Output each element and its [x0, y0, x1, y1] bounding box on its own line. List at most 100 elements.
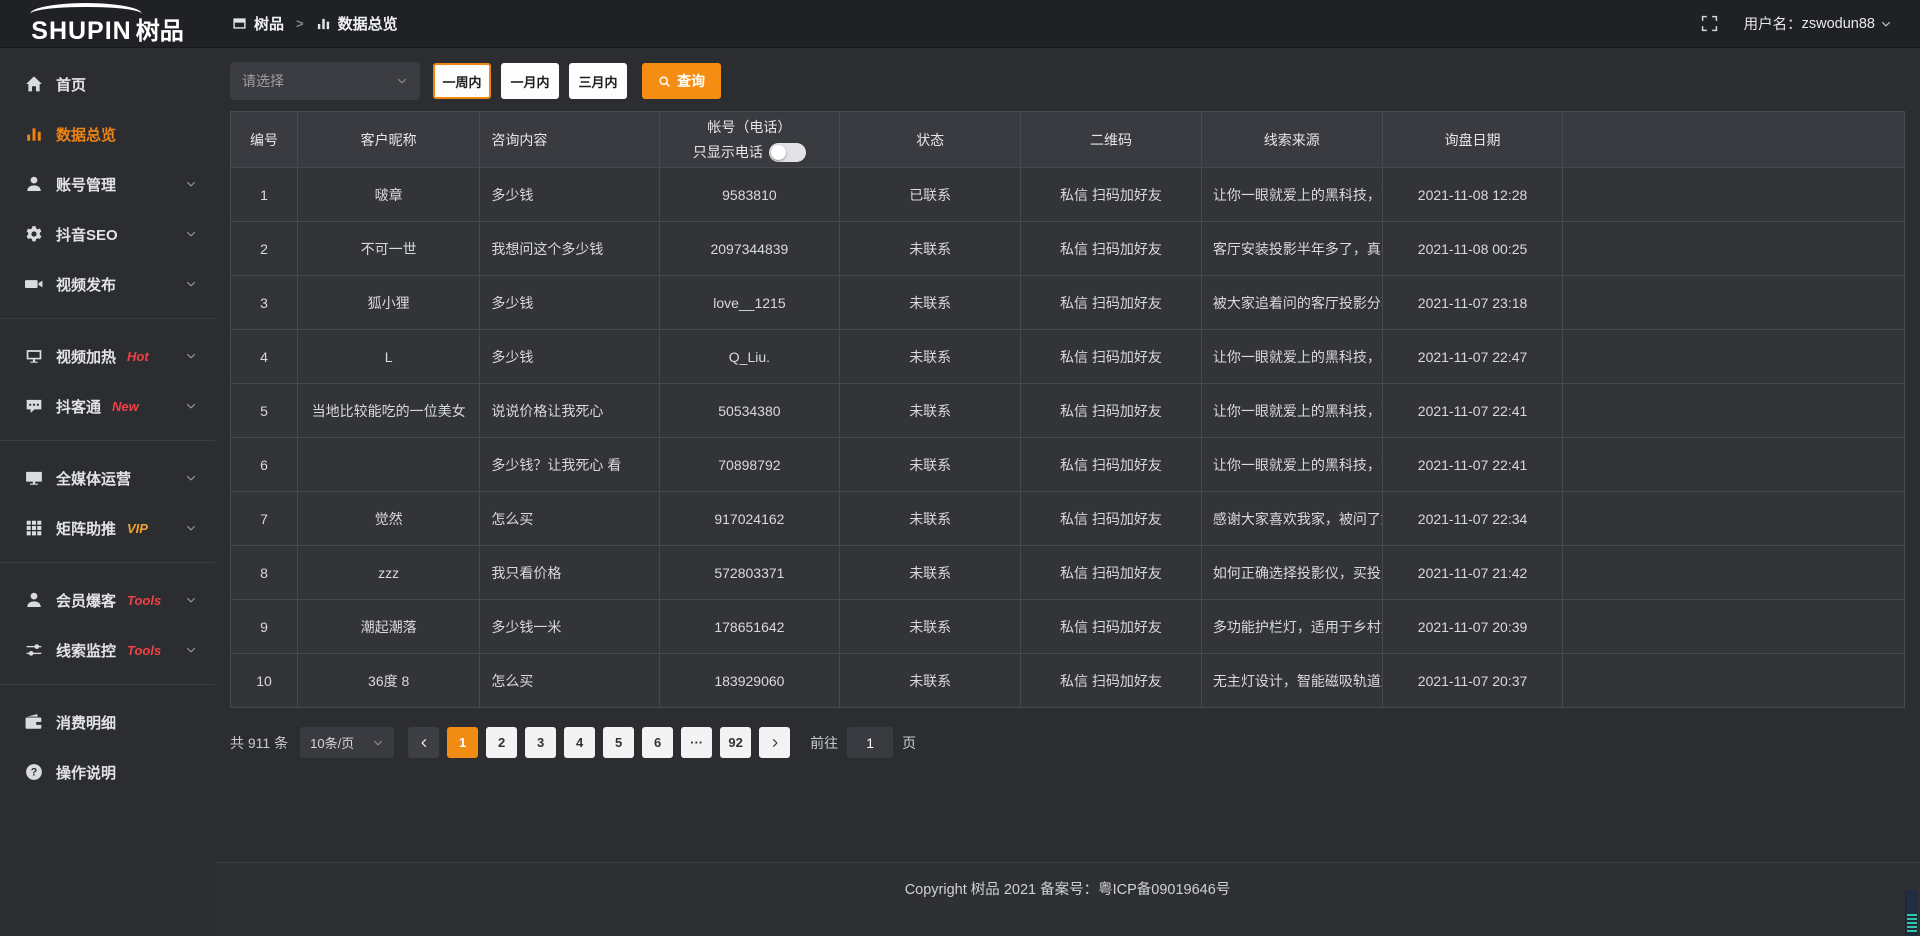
table-header-2: 咨询内容: [480, 112, 659, 168]
sidebar-item-consume-detail[interactable]: 消费明细: [0, 697, 215, 747]
cell-content: 怎么买: [480, 654, 659, 708]
sidebar-item-video-publish[interactable]: 视频发布: [0, 259, 215, 309]
cell-date: 2021-11-07 20:39: [1382, 600, 1563, 654]
cell-qr-link[interactable]: 私信 扫码加好友: [1021, 546, 1202, 600]
table-row: 8zzz我只看价格572803371未联系私信 扫码加好友如何正确选择投影仪，买…: [231, 546, 1905, 600]
cell-nickname: [297, 438, 479, 492]
sidebar-item-data-overview[interactable]: 数据总览: [0, 109, 215, 159]
sidebar-item-account-manage[interactable]: 账号管理: [0, 159, 215, 209]
chevron-down-icon: [185, 178, 197, 190]
username: zswodun88: [1802, 16, 1875, 32]
cell-qr-link[interactable]: 私信 扫码加好友: [1021, 276, 1202, 330]
cell-qr-link[interactable]: 私信 扫码加好友: [1021, 168, 1202, 222]
search-button-label: 查询: [677, 71, 705, 91]
username-label: 用户名：: [1744, 13, 1802, 34]
sidebar-item-instructions[interactable]: ?操作说明: [0, 747, 215, 797]
cell-filler: [1563, 438, 1905, 492]
chevron-down-icon: [1880, 18, 1892, 30]
cell-status: 未联系: [840, 276, 1021, 330]
chevron-down-icon: [185, 472, 197, 484]
cell-filler: [1563, 168, 1905, 222]
cell-qr-link[interactable]: 私信 扫码加好友: [1021, 654, 1202, 708]
cell-nickname: 潮起潮落: [297, 600, 479, 654]
sidebar: 首页数据总览账号管理抖音SEO视频发布视频加热Hot抖客通New 全媒体运营矩阵助…: [0, 48, 215, 936]
sidebar-item-clue-monitor[interactable]: 线索监控Tools: [0, 625, 215, 675]
cell-source-link[interactable]: 被大家追着问的客厅投影分享...: [1201, 276, 1382, 330]
sidebar-item-label: 全媒体运营: [56, 468, 131, 489]
cell-account: Q_Liu.: [659, 330, 840, 384]
cell-source-link[interactable]: 让你一眼就爱上的黑科技，能...: [1201, 168, 1382, 222]
cell-source-link[interactable]: 让你一眼就爱上的黑科技，能...: [1201, 330, 1382, 384]
app-window-icon: [232, 16, 247, 31]
page-button-3[interactable]: 3: [525, 727, 556, 758]
search-button[interactable]: 查询: [642, 63, 721, 99]
sidebar-item-video-heat[interactable]: 视频加热Hot: [0, 331, 215, 381]
cell-source-link[interactable]: 多功能护栏灯，适用于乡村文...: [1201, 600, 1382, 654]
phone-only-toggle[interactable]: [769, 143, 806, 162]
cell-source-link[interactable]: 客厅安装投影半年多了，真实...: [1201, 222, 1382, 276]
cell-source-link[interactable]: 感谢大家喜欢我家，被问了好...: [1201, 492, 1382, 546]
cell-nickname: 当地比较能吃的一位美女: [297, 384, 479, 438]
total-count: 共 911 条: [230, 733, 288, 753]
breadcrumb-app[interactable]: 树品: [254, 13, 284, 34]
table-row: 3狐小狸多少钱love__1215未联系私信 扫码加好友被大家追着问的客厅投影分…: [231, 276, 1905, 330]
sidebar-item-media-operation[interactable]: 全媒体运营: [0, 453, 215, 503]
page-button-6[interactable]: 6: [642, 727, 673, 758]
sidebar-divider: [0, 562, 215, 563]
cell-content: 说说价格让我死心: [480, 384, 659, 438]
sidebar-item-matrix-boost[interactable]: 矩阵助推VIP: [0, 503, 215, 553]
sidebar-item-douketong[interactable]: 抖客通New: [0, 381, 215, 431]
sidebar-item-badge: Hot: [127, 349, 149, 364]
wallet-icon: [25, 713, 43, 731]
sidebar-item-member-burst[interactable]: 会员爆客Tools: [0, 575, 215, 625]
minimap-widget[interactable]: [1905, 890, 1918, 936]
table-header-filler: [1563, 112, 1905, 168]
cell-source-link[interactable]: 让你一眼就爱上的黑科技，能...: [1201, 384, 1382, 438]
cell-qr-link[interactable]: 私信 扫码加好友: [1021, 384, 1202, 438]
cell-account: 572803371: [659, 546, 840, 600]
date-range-group: 一周内一月内三月内: [433, 63, 627, 99]
table-header-row: 编号客户昵称咨询内容帐号（电话）只显示电话状态二维码线索来源询盘日期: [231, 112, 1905, 168]
cell-account: 178651642: [659, 600, 840, 654]
cell-date: 2021-11-08 12:28: [1382, 168, 1563, 222]
home-icon: [25, 75, 43, 93]
page-button-4[interactable]: 4: [564, 727, 595, 758]
cell-qr-link[interactable]: 私信 扫码加好友: [1021, 600, 1202, 654]
chart-icon: [25, 125, 43, 143]
cell-qr-link[interactable]: 私信 扫码加好友: [1021, 222, 1202, 276]
table-row: 1啵章多少钱9583810已联系私信 扫码加好友让你一眼就爱上的黑科技，能...…: [231, 168, 1905, 222]
filter-select[interactable]: 请选择: [230, 62, 420, 100]
next-page-button[interactable]: [759, 727, 790, 758]
cell-source-link[interactable]: 无主灯设计，智能磁吸轨道灯...: [1201, 654, 1382, 708]
sidebar-item-label: 操作说明: [56, 762, 116, 783]
user-menu[interactable]: 用户名： zswodun88: [1744, 13, 1892, 34]
page-button-92[interactable]: 92: [720, 727, 751, 758]
prev-page-button[interactable]: [408, 727, 439, 758]
page-size-select[interactable]: 10条/页: [300, 727, 394, 758]
gear-icon: [25, 225, 43, 243]
page-button-5[interactable]: 5: [603, 727, 634, 758]
cell-qr-link[interactable]: 私信 扫码加好友: [1021, 438, 1202, 492]
page-button-2[interactable]: 2: [486, 727, 517, 758]
cell-qr-link[interactable]: 私信 扫码加好友: [1021, 330, 1202, 384]
cell-source-link[interactable]: 让你一眼就爱上的黑科技，能...: [1201, 438, 1382, 492]
cell-source-link[interactable]: 如何正确选择投影仪，买投影...: [1201, 546, 1382, 600]
page-ellipsis-button[interactable]: ···: [681, 727, 712, 758]
sidebar-item-douyin-seo[interactable]: 抖音SEO: [0, 209, 215, 259]
sidebar-item-badge: Tools: [127, 593, 161, 608]
page-button-1[interactable]: 1: [447, 727, 478, 758]
chevron-down-icon: [185, 278, 197, 290]
range-button-three-months[interactable]: 三月内: [569, 63, 627, 99]
cell-status: 未联系: [840, 222, 1021, 276]
cell-filler: [1563, 654, 1905, 708]
table-header-5: 二维码: [1021, 112, 1202, 168]
fullscreen-icon[interactable]: [1701, 15, 1718, 32]
cell-qr-link[interactable]: 私信 扫码加好友: [1021, 492, 1202, 546]
cell-account: 70898792: [659, 438, 840, 492]
filter-select-value: 请选择: [242, 71, 284, 91]
range-button-one-month[interactable]: 一月内: [501, 63, 559, 99]
goto-page-input[interactable]: [847, 727, 893, 758]
range-button-one-week[interactable]: 一周内: [433, 63, 491, 99]
table-row: 4L多少钱Q_Liu.未联系私信 扫码加好友让你一眼就爱上的黑科技，能...20…: [231, 330, 1905, 384]
sidebar-item-home[interactable]: 首页: [0, 59, 215, 109]
